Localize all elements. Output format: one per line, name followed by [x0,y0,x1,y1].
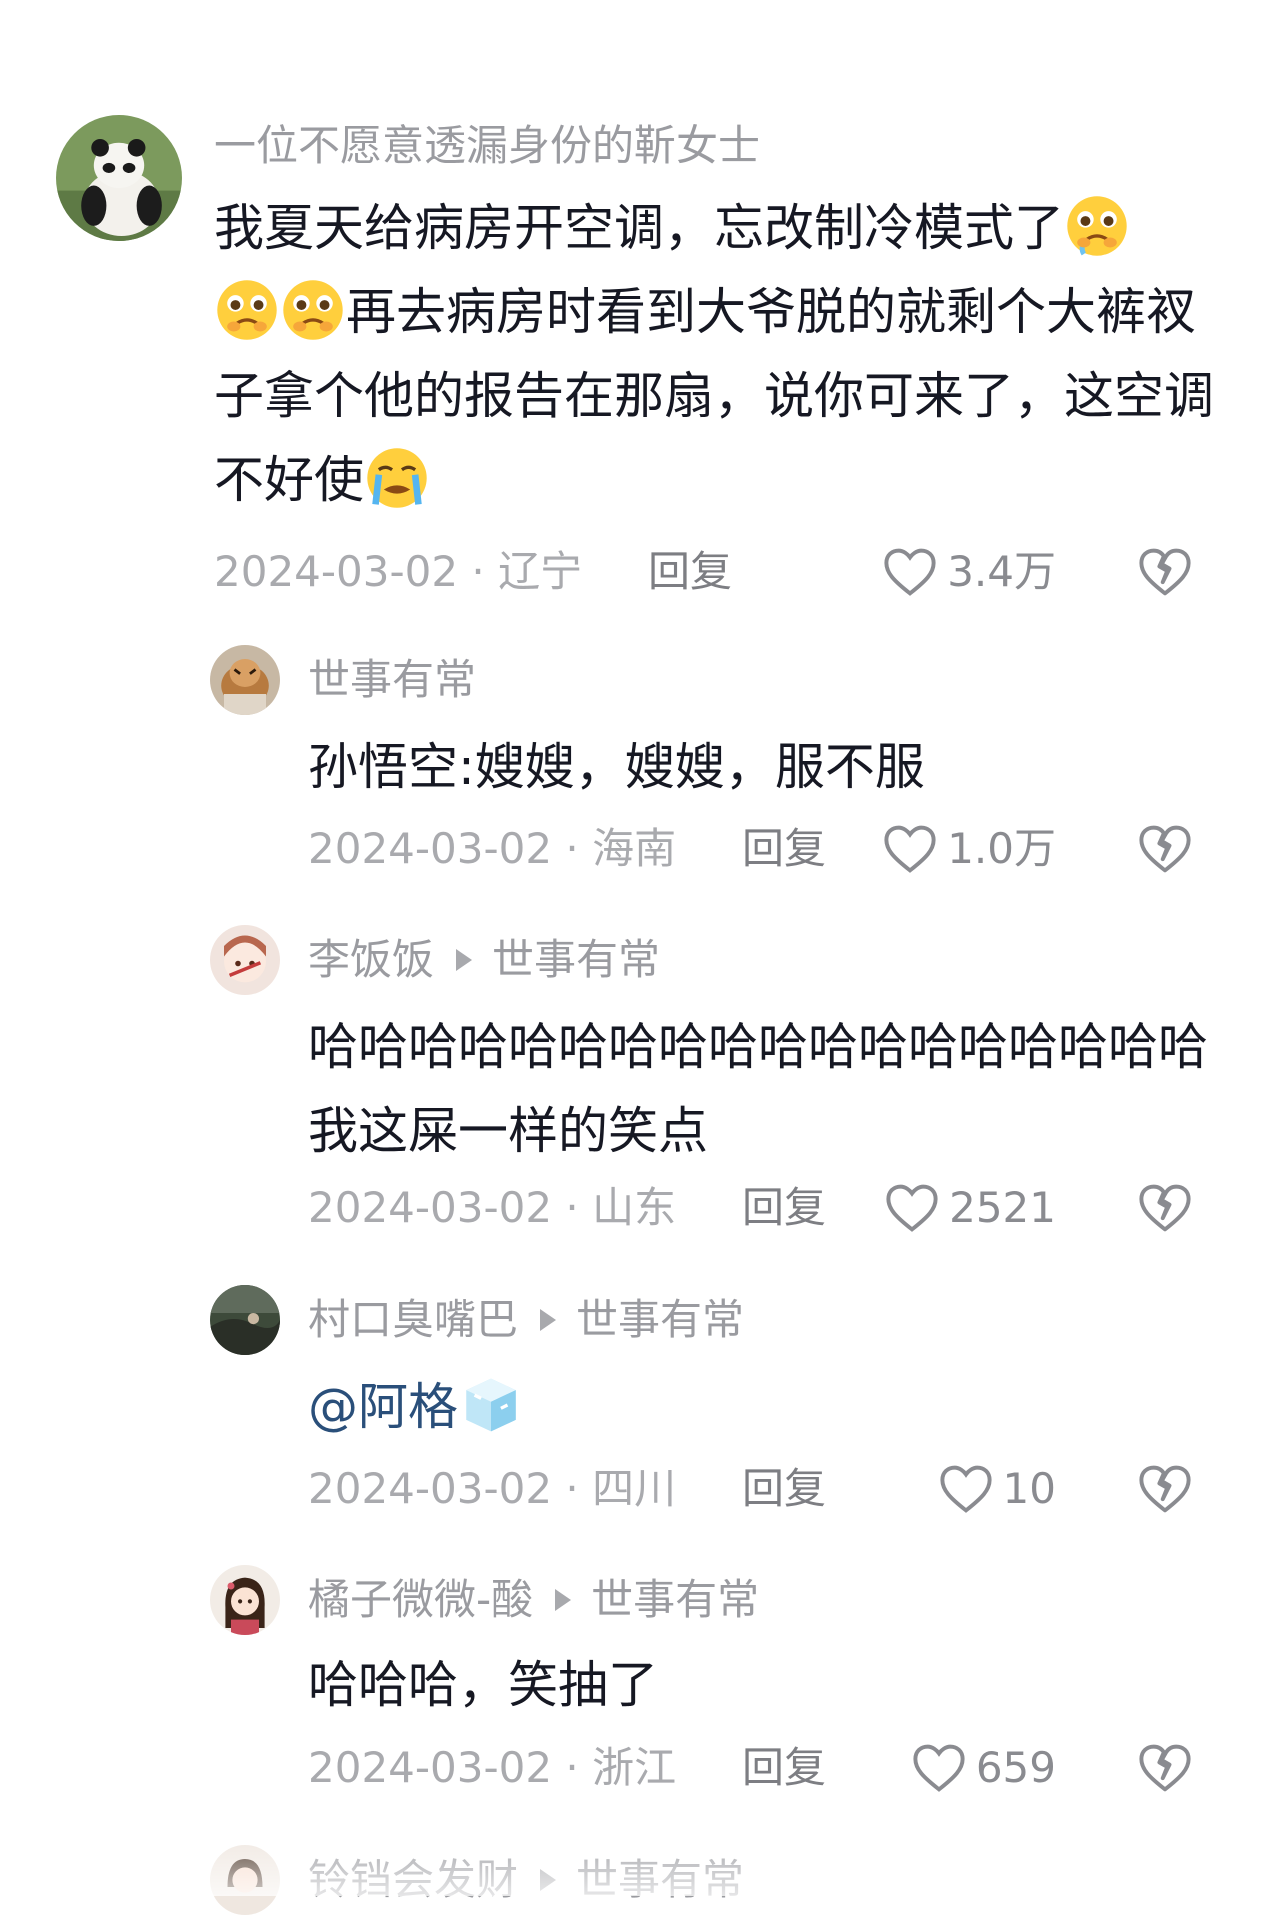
reply-target-name[interactable]: 世事有常 [492,935,660,984]
comment-meta: 2024-03-02 · 四川 回复 10 [0,1459,1264,1519]
reply-target-name[interactable]: 世事有常 [591,1575,759,1624]
reply-username-line: 李饭饭 世事有常 [308,932,660,988]
pleading-tears-emoji-icon [280,277,346,343]
like-button[interactable]: 10 [939,1459,1056,1519]
reply-arrow-icon [456,948,473,971]
crying-emoji-icon [364,445,430,511]
ice-cube-emoji-icon [458,1372,524,1438]
comment-text-content: 孙悟空:嫂嫂，嫂嫂，服不服 [308,738,925,796]
broken-heart-icon[interactable] [1138,1742,1192,1794]
like-count: 659 [975,1743,1056,1792]
reply-arrow-icon [555,1588,572,1611]
comment-date-location: 2024-03-02 · 海南 [308,824,677,873]
reply-button[interactable]: 回复 [742,1459,826,1519]
pleading-tears-emoji-icon [1064,193,1130,259]
reply-button[interactable]: 回复 [742,1178,826,1238]
reply-username-line: 橘子微微-酸 世事有常 [308,1572,759,1628]
comment-text: 哈哈哈，笑抽了 [308,1643,1208,1727]
username-text[interactable]: 李饭饭 [308,935,434,984]
comment-text: 孙悟空:嫂嫂，嫂嫂，服不服 [308,725,1208,809]
like-button[interactable]: 1.0万 [883,819,1056,879]
heart-icon [885,1183,939,1233]
broken-heart-icon[interactable] [1138,1182,1192,1234]
tiger-avatar[interactable] [210,645,280,715]
comment-text: 哈哈哈哈哈哈哈哈哈哈哈哈哈哈哈哈哈哈 我这屎一样的笑点 [308,1005,1208,1173]
heart-icon [912,1743,966,1793]
girl-avatar[interactable] [210,1565,280,1635]
username-text[interactable]: 一位不愿意透漏身份的靳女士 [214,121,760,170]
comment-date-location: 2024-03-02 · 辽宁 [214,547,583,596]
reply-button[interactable]: 回复 [742,1738,826,1798]
mention-link[interactable]: @阿格 [308,1378,458,1436]
comment-feed: 一位不愿意透漏身份的靳女士 我夏天给病房开空调，忘改制冷模式了 再去病房时看到大爷… [0,0,1264,1915]
comment-meta: 2024-03-02 · 浙江 回复 659 [0,1738,1264,1798]
broken-heart-icon[interactable] [1138,1463,1192,1515]
reply-button[interactable]: 回复 [648,542,732,602]
pleading-tears-emoji-icon [214,277,280,343]
like-button[interactable]: 2521 [885,1178,1056,1238]
scroll-fade [0,1826,1264,1896]
reply-button[interactable]: 回复 [742,819,826,879]
like-count: 3.4万 [947,547,1056,596]
heart-icon [883,547,937,597]
heart-icon [883,824,937,874]
comment-username[interactable]: 一位不愿意透漏身份的靳女士 [214,118,760,174]
landscape-avatar[interactable] [210,1285,280,1355]
cartoon-avatar[interactable] [210,925,280,995]
comment-date-location: 2024-03-02 · 四川 [308,1464,677,1513]
broken-heart-icon[interactable] [1138,546,1192,598]
comment-text-part: 我夏天给病房开空调，忘改制冷模式了 [214,199,1064,257]
like-count: 2521 [949,1183,1056,1232]
reply-username-line: 村口臭嘴巴 世事有常 [308,1292,744,1348]
panda-avatar[interactable] [56,115,182,241]
comment-meta: 2024-03-02 · 山东 回复 2521 [0,1178,1264,1238]
comment-date-location: 2024-03-02 · 山东 [308,1183,677,1232]
comment-text: @阿格 [308,1365,1208,1449]
heart-icon [939,1464,993,1514]
comment-date-location: 2024-03-02 · 浙江 [308,1743,677,1792]
comment-text-content: 哈哈哈哈哈哈哈哈哈哈哈哈哈哈哈哈哈哈 我这屎一样的笑点 [308,1018,1208,1160]
username-text[interactable]: 村口臭嘴巴 [308,1295,518,1344]
comment-meta: 2024-03-02 · 海南 回复 1.0万 [0,819,1264,879]
username-text[interactable]: 橘子微微-酸 [308,1575,533,1624]
comment-meta: 2024-03-02 · 辽宁 回复 3.4万 [0,542,1264,602]
like-count: 10 [1002,1464,1056,1513]
comment-text-content: 哈哈哈，笑抽了 [308,1656,658,1714]
like-button[interactable]: 3.4万 [883,542,1056,602]
reply-username-line: 世事有常 [308,652,476,708]
reply-target-name[interactable]: 世事有常 [576,1295,744,1344]
comment-text: 我夏天给病房开空调，忘改制冷模式了 再去病房时看到大爷脱的就剩个大裤衩子拿个他的报… [214,186,1214,522]
username-text[interactable]: 世事有常 [308,655,476,704]
like-count: 1.0万 [947,824,1056,873]
broken-heart-icon[interactable] [1138,823,1192,875]
reply-arrow-icon [540,1308,557,1331]
like-button[interactable]: 659 [912,1738,1056,1798]
